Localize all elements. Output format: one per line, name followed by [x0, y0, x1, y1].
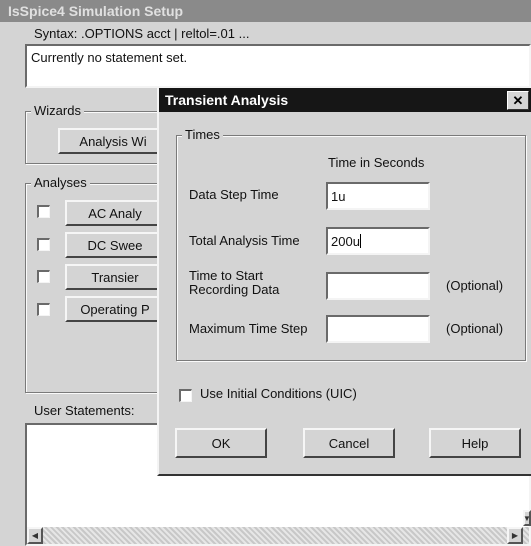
uic-checkbox[interactable]: [179, 389, 192, 402]
uic-label: Use Initial Conditions (UIC): [200, 386, 357, 401]
analysis-wizard-button[interactable]: Analysis Wi: [58, 128, 168, 154]
data-step-input[interactable]: 1u: [326, 182, 430, 210]
max-step-label: Maximum Time Step: [189, 321, 308, 336]
help-button[interactable]: Help: [429, 428, 521, 458]
total-time-value: 200u: [331, 234, 361, 249]
ok-button[interactable]: OK: [175, 428, 267, 458]
statement-text: Currently no statement set.: [31, 50, 188, 65]
dc-sweep-checkbox[interactable]: [37, 238, 50, 251]
start-recording-label: Time to Start Recording Data: [189, 268, 280, 297]
data-step-label: Data Step Time: [189, 187, 279, 202]
operating-point-checkbox[interactable]: [37, 303, 50, 316]
dc-sweep-button[interactable]: DC Swee: [65, 232, 165, 258]
window-title: IsSpice4 Simulation Setup: [0, 0, 531, 22]
total-time-label: Total Analysis Time: [189, 233, 300, 248]
down-arrow-icon[interactable]: ▼: [523, 510, 531, 526]
max-step-input[interactable]: [326, 315, 430, 343]
user-statements-label: User Statements:: [34, 403, 135, 418]
dialog-title: Transient Analysis: [159, 88, 531, 112]
times-label: Times: [182, 127, 223, 142]
start-recording-optional: (Optional): [446, 278, 504, 293]
right-arrow-icon[interactable]: ▶: [507, 527, 523, 544]
horizontal-scrollbar[interactable]: [27, 527, 529, 544]
transient-button[interactable]: Transier: [65, 264, 165, 290]
transient-checkbox[interactable]: [37, 270, 50, 283]
statement-box[interactable]: Currently no statement set.: [25, 44, 531, 88]
cancel-button[interactable]: Cancel: [303, 428, 395, 458]
start-recording-input[interactable]: [326, 272, 430, 300]
left-arrow-icon[interactable]: ◀: [27, 527, 43, 544]
close-icon[interactable]: ✕: [507, 91, 529, 110]
column-header: Time in Seconds: [328, 155, 425, 170]
transient-analysis-dialog: Transient Analysis ✕ Times Time in Secon…: [157, 86, 531, 476]
operating-point-button[interactable]: Operating P: [65, 296, 165, 322]
analyses-label: Analyses: [31, 175, 90, 190]
data-step-value: 1u: [331, 189, 346, 204]
total-time-input[interactable]: 200u: [326, 227, 430, 255]
max-step-optional: (Optional): [446, 321, 504, 336]
wizards-label: Wizards: [31, 103, 84, 118]
ac-analysis-button[interactable]: AC Analy: [65, 200, 165, 226]
ac-analysis-checkbox[interactable]: [37, 205, 50, 218]
syntax-text: Syntax: .OPTIONS acct | reltol=.01 ...: [34, 26, 250, 41]
